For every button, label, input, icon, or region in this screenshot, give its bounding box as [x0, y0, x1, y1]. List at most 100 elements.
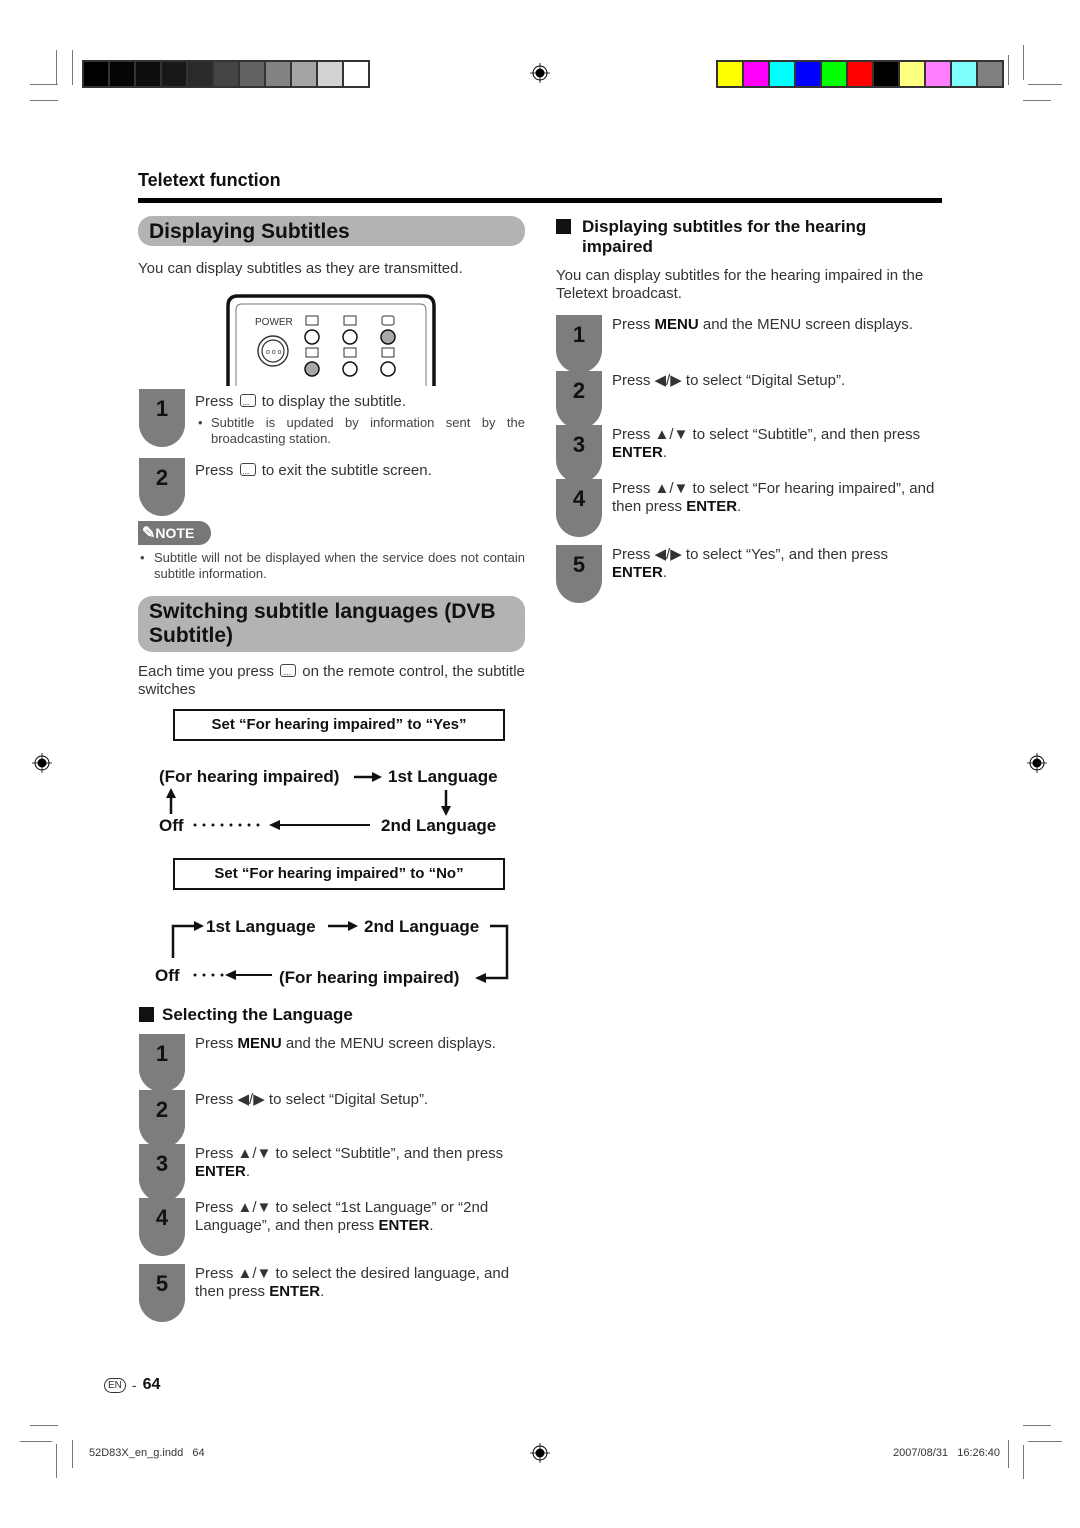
- bullet-text: Subtitle is updated by information sent …: [211, 415, 525, 446]
- step-instruction: Press ▲/▼ to select the desired language…: [195, 1265, 527, 1301]
- gray-swatch: [162, 62, 188, 86]
- crop-mark: [1023, 100, 1051, 101]
- crop-mark: [30, 100, 58, 101]
- remote-control-illustration: POWER o o o: [226, 294, 436, 386]
- gray-swatch: [84, 62, 110, 86]
- step-badge: 3: [139, 1144, 185, 1202]
- step-instruction: Press ◀/▶ to select “Digital Setup”.: [195, 1091, 527, 1109]
- subheading-hearing-impaired: Displaying subtitles for the hearing imp…: [556, 217, 941, 257]
- step-text: to exit the subtitle screen.: [261, 462, 432, 479]
- step-badge: 2: [139, 1090, 185, 1148]
- key-name: ENTER: [269, 1283, 321, 1300]
- gray-swatch: [214, 62, 240, 86]
- step-instruction: Press ▲/▼ to select “For hearing impaire…: [612, 480, 944, 516]
- section-title-switching-languages: Switching subtitle languages (DVB Subtit…: [138, 596, 525, 652]
- crop-mark: [20, 1441, 52, 1442]
- reveal-icon: [343, 315, 357, 326]
- color-swatch: [848, 62, 874, 86]
- key-name: ENTER: [378, 1217, 430, 1234]
- step-instruction: Press ▲/▼ to select “Subtitle”, and then…: [195, 1145, 527, 1181]
- gray-swatch: [292, 62, 318, 86]
- step-text: .: [429, 1217, 434, 1234]
- crop-mark: [72, 50, 73, 85]
- key-name: MENU: [237, 1035, 282, 1052]
- step-instruction: Press ▲/▼ to select “1st Language” or “2…: [195, 1199, 527, 1235]
- crop-mark: [30, 1425, 58, 1426]
- gray-swatch: [110, 62, 136, 86]
- flow-diagram-no-arrows: [171, 921, 509, 983]
- header-rule: [138, 198, 942, 203]
- subtitle-icon: [381, 315, 395, 326]
- power-label: POWER: [255, 317, 293, 328]
- step-badge: 5: [139, 1264, 185, 1322]
- step-badge: 5: [556, 545, 602, 603]
- crop-mark: [1028, 84, 1062, 85]
- hearing-impaired-yes-box: Set “For hearing impaired” to “Yes”: [173, 709, 505, 741]
- note-item: • Subtitle will not be displayed when th…: [140, 550, 525, 581]
- color-swatch: [718, 62, 744, 86]
- note-badge: ✎NOTE: [138, 521, 211, 545]
- step-text: Press: [612, 316, 655, 333]
- step-instruction: Press ▲/▼ to select “Subtitle”, and then…: [612, 426, 944, 462]
- registration-mark-icon: [530, 1443, 550, 1463]
- step-text: .: [737, 498, 742, 515]
- crop-mark: [30, 84, 58, 85]
- step-badge: 2: [139, 458, 185, 516]
- color-swatch: [926, 62, 952, 86]
- crop-mark: [1023, 1445, 1024, 1479]
- step-text: Press ◀/▶ to select “Digital Setup”.: [195, 1091, 429, 1108]
- color-bar: [716, 60, 1004, 88]
- color-swatch: [744, 62, 770, 86]
- step-instruction: Press MENU and the MENU screen displays.: [195, 1035, 527, 1053]
- subheading-text: Displaying subtitles for the hearing imp…: [582, 217, 867, 256]
- key-name: ENTER: [612, 564, 663, 581]
- flow-diagram-yes-arrows: [166, 772, 451, 830]
- size-icon: [305, 347, 319, 358]
- step-instruction: Press ◀/▶ to select “Yes”, and then pres…: [612, 546, 944, 582]
- note-text: Subtitle will not be displayed when the …: [154, 550, 525, 581]
- step-badge: 1: [139, 389, 185, 447]
- subtitle-button: [380, 329, 396, 345]
- hearing-impaired-no-box: Set “For hearing impaired” to “No”: [173, 858, 505, 890]
- step-text: .: [662, 564, 668, 581]
- step-text: .: [662, 444, 668, 461]
- step-text: Press ◀/▶ to select “Digital Setup”.: [612, 372, 846, 389]
- intro-text: Each time you press on the remote contro…: [138, 663, 525, 699]
- square-bullet-icon: [139, 1007, 154, 1022]
- intro-text-part: Each time you press: [138, 663, 274, 680]
- subtitle-button-icon: [280, 664, 297, 682]
- color-swatch: [796, 62, 822, 86]
- subheading-selecting-language: Selecting the Language: [139, 1005, 353, 1025]
- color-swatch: [978, 62, 1002, 86]
- color-swatch: [874, 62, 900, 86]
- step-text: Press ◀/▶ to select “Yes”, and then pres…: [612, 546, 888, 563]
- color-swatch: [770, 62, 796, 86]
- step-text: .: [245, 1163, 251, 1180]
- key-name: MENU: [654, 316, 699, 333]
- gray-swatch: [188, 62, 214, 86]
- crop-mark: [1023, 45, 1024, 80]
- key-name: ENTER: [195, 1163, 246, 1180]
- step-badge: 4: [139, 1198, 185, 1256]
- step-text: to display the subtitle.: [261, 393, 406, 410]
- page-separator: -: [131, 1377, 137, 1393]
- hold-icon: [381, 347, 395, 358]
- crop-mark: [56, 1444, 57, 1478]
- section-title-displaying-subtitles: Displaying Subtitles: [138, 216, 525, 246]
- step-text: and the MENU screen displays.: [281, 1035, 496, 1052]
- gray-swatch: [266, 62, 292, 86]
- step-badge: 4: [556, 479, 602, 537]
- grayscale-color-bar: [82, 60, 370, 88]
- step-badge: 2: [556, 371, 602, 429]
- key-name: ENTER: [686, 498, 738, 515]
- registration-mark-icon: [32, 753, 52, 773]
- section-label: Teletext function: [138, 170, 281, 190]
- crop-mark: [72, 1440, 73, 1468]
- registration-mark-icon: [530, 63, 550, 83]
- step-text: Press: [195, 462, 234, 479]
- note-label: NOTE: [155, 525, 195, 541]
- step-instruction: Press to display the subtitle.: [195, 393, 525, 412]
- step-text: Press ▲/▼ to select “For hearing impaire…: [612, 480, 935, 515]
- subtitle-button-icon: [239, 463, 256, 481]
- color-swatch: [952, 62, 978, 86]
